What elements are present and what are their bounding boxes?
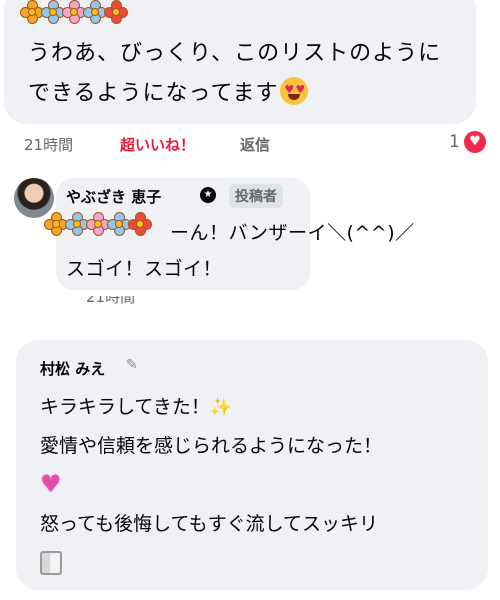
reply-timestamp[interactable]: 21時間 (86, 296, 135, 306)
comment-text-line-with-emoji: できるようになってます ♥ ♥ (28, 74, 468, 114)
emoji-line: ♥ (40, 465, 480, 505)
emoji-line (40, 543, 480, 588)
sparkling-heart-emoji-icon: ♥ (40, 470, 62, 498)
comment-timestamp[interactable]: 21時間 (24, 134, 73, 155)
flower-sticker-icon (44, 212, 152, 236)
heart-icon[interactable]: ♥ (464, 131, 486, 153)
reply-text-line: ーん！バンザーイ＼(^^)／ (170, 222, 415, 244)
reply-actions-clipped: 21時間 (86, 296, 406, 306)
comment-text-line: キラキラしてきた！ (40, 396, 210, 418)
reaction-count[interactable]: 1 (449, 132, 460, 152)
toilet-paper-emoji-icon (40, 551, 62, 575)
comment-bubble: うわあ、びっくり、このリストのように できるようになってます ♥ ♥ (4, 0, 476, 124)
shield-star-icon: ★ (200, 187, 216, 203)
comment-text-line-with-emoji: キラキラしてきた！✨ (40, 388, 480, 427)
reply-bubble: やぶざき 恵子 ★ 投稿者 ーん！バンザーイ＼(^^)／ スゴイ！スゴイ！ (44, 178, 414, 290)
comment-bubble: 村松 みえ ✎ キラキラしてきた！✨ 愛情や信頼を感じられるようになった！ ♥ … (16, 340, 488, 590)
flower-sticker-icon (20, 0, 128, 24)
heart-eyes-emoji-icon: ♥ ♥ (280, 77, 309, 105)
comment-text: うわあ、びっくり、このリストのように できるようになってます ♥ ♥ (28, 34, 468, 114)
comment-text-line: 怒っても後悔してもすぐ流してスッキリ (40, 513, 379, 535)
reply-text-line: スゴイ！スゴイ！ (66, 258, 223, 280)
sparkles-emoji-icon: ✨ (209, 397, 233, 418)
leaf-icon: ✎ (126, 357, 138, 373)
author-role-badge: 投稿者 (229, 184, 283, 208)
comment-text-line: うわあ、びっくり、このリストのように (28, 41, 442, 66)
comment-text-line: 愛情や信頼を感じられるようになった！ (40, 435, 383, 457)
comment-author[interactable]: 村松 みえ (40, 358, 105, 379)
superlike-button[interactable]: 超いいね！ (120, 134, 195, 155)
comment-text: キラキラしてきた！✨ 愛情や信頼を感じられるようになった！ ♥ 怒っても後悔して… (40, 388, 480, 588)
comment-text-line: できるようになってます (28, 81, 279, 106)
reply-author[interactable]: やぶざき 恵子 (66, 186, 161, 207)
reply-button[interactable]: 返信 (240, 134, 270, 155)
